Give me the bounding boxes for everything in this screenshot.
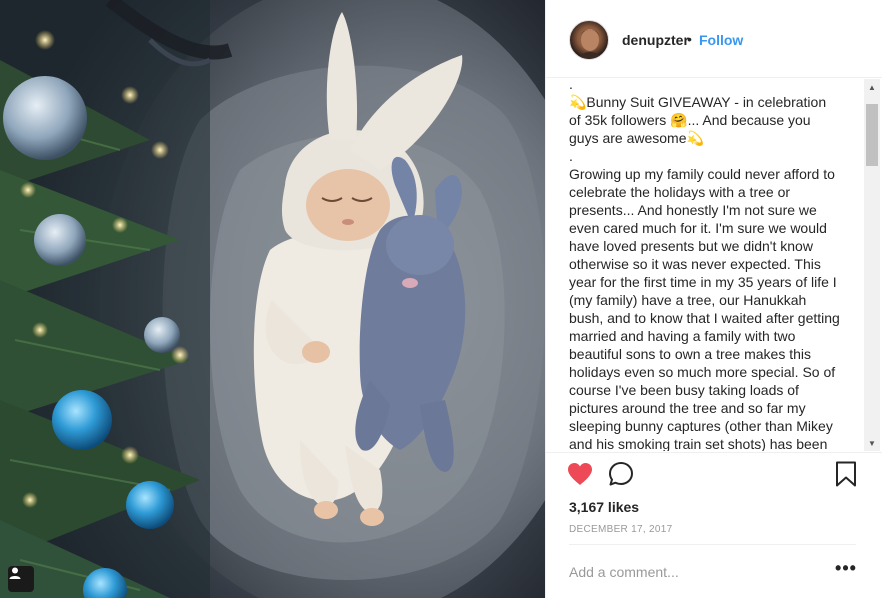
like-button[interactable] — [566, 462, 594, 490]
avatar[interactable] — [569, 20, 609, 60]
likes-count[interactable]: 3,167 likes — [569, 499, 639, 515]
action-bar — [546, 460, 882, 494]
photo-illustration — [0, 0, 545, 598]
post-caption: . 💫Bunny Suit GIVEAWAY - in celebration … — [569, 79, 840, 451]
divider — [546, 452, 882, 453]
user-tag-button[interactable] — [8, 566, 34, 592]
scroll-up-arrow-icon[interactable]: ▲ — [864, 79, 880, 95]
bookmark-icon — [835, 461, 857, 492]
post-photo[interactable] — [0, 0, 545, 598]
username-link[interactable]: denupzter — [622, 32, 689, 48]
follow-button[interactable]: Follow — [699, 32, 743, 48]
caption-scroll-area[interactable]: . 💫Bunny Suit GIVEAWAY - in celebration … — [546, 79, 882, 451]
divider — [569, 544, 856, 545]
caption-scrollbar[interactable]: ▲ ▼ — [864, 79, 880, 451]
comment-bubble-icon — [608, 461, 634, 492]
scroll-thumb[interactable] — [866, 104, 878, 166]
scroll-down-arrow-icon[interactable]: ▼ — [864, 435, 880, 451]
comment-button[interactable] — [607, 461, 635, 492]
comment-input[interactable] — [569, 561, 819, 583]
post-sidebar: denupzter • Follow . 💫Bunny Suit GIVEAWA… — [545, 0, 882, 598]
save-button[interactable] — [832, 461, 860, 492]
post-header: denupzter • Follow — [546, 0, 882, 78]
more-options-button[interactable]: ••• — [835, 559, 857, 583]
post-date: December 17, 2017 — [569, 524, 673, 535]
heart-icon — [567, 462, 593, 491]
separator-dot: • — [687, 31, 692, 47]
